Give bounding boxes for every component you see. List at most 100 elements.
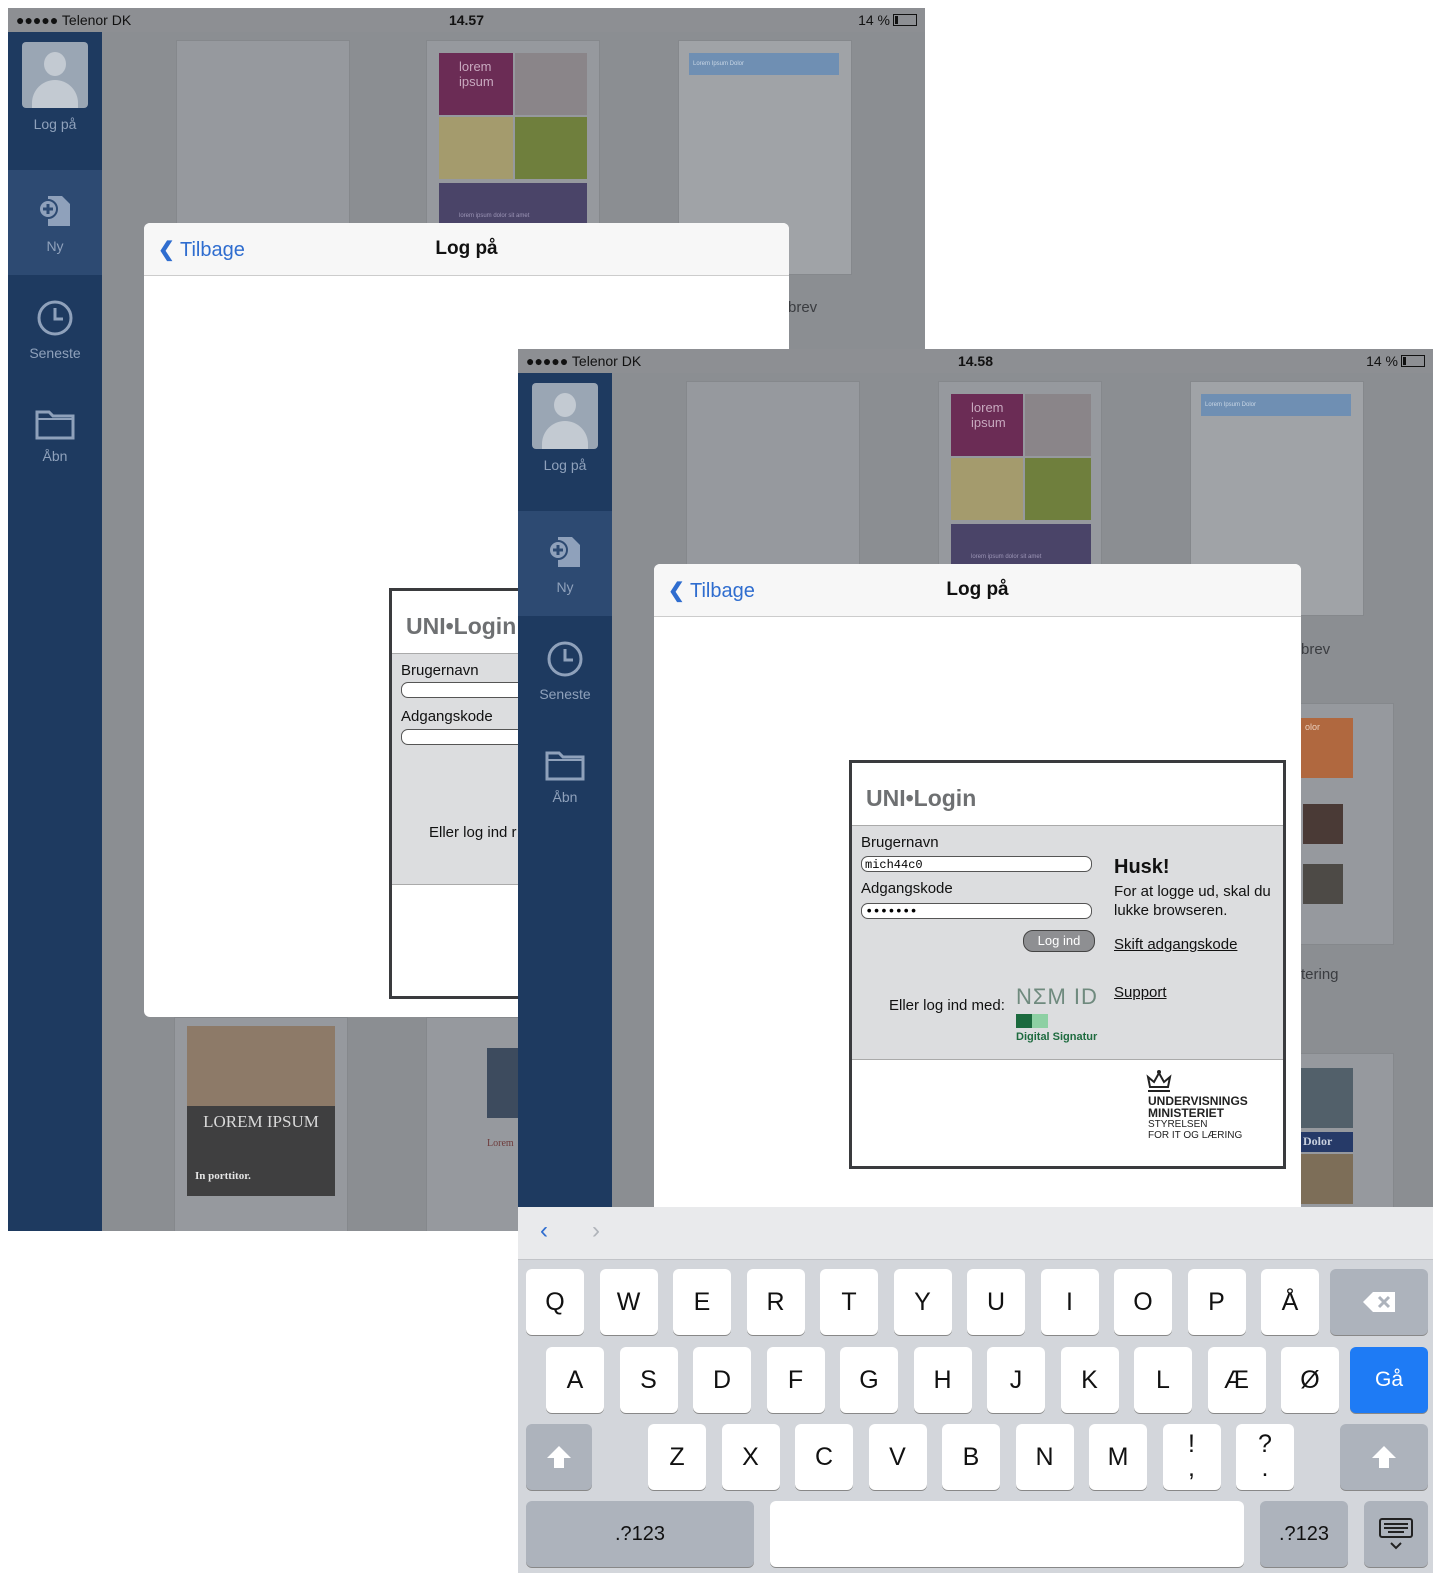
- key-r[interactable]: R: [746, 1269, 805, 1335]
- numbers-key-right[interactable]: .?123: [1260, 1501, 1348, 1567]
- key-y[interactable]: Y: [893, 1269, 952, 1335]
- sidebar-item-ny[interactable]: Ny: [518, 511, 612, 616]
- photo: [439, 117, 513, 179]
- husk-title: Husk!: [1114, 856, 1170, 878]
- sidebar-item-label: Ny: [46, 238, 64, 254]
- shift-icon: [547, 1446, 571, 1468]
- battery-icon: [1401, 355, 1425, 367]
- nav-bar: ❮ Tilbage Log på: [654, 564, 1301, 617]
- password-field[interactable]: •••••••: [861, 903, 1092, 920]
- sidebar-item-aabn[interactable]: Åbn: [8, 384, 102, 489]
- photo: [1301, 1154, 1353, 1204]
- key-o[interactable]: O: [1114, 1269, 1172, 1335]
- sidebar: Log på Ny Seneste Åbn: [8, 32, 102, 1231]
- key-j[interactable]: J: [987, 1347, 1045, 1413]
- crown-icon: [1146, 1070, 1172, 1092]
- ministry-line3: STYRELSEN: [1148, 1119, 1208, 1130]
- key-a[interactable]: A: [546, 1347, 604, 1413]
- key-k[interactable]: K: [1060, 1347, 1119, 1413]
- username-label: Brugernavn: [401, 662, 479, 679]
- key-f[interactable]: F: [766, 1347, 825, 1413]
- avatar: [22, 42, 88, 108]
- clock-icon: [547, 641, 583, 677]
- ministry-line2: MINISTERIET: [1148, 1106, 1225, 1120]
- photo: [515, 53, 587, 115]
- status-bar: ●●●●● Telenor DK 14.57 14 %: [8, 8, 925, 32]
- sidebar-item-label: Ny: [556, 579, 574, 595]
- key-m[interactable]: M: [1089, 1424, 1147, 1490]
- ministry-logo: UNDERVISNINGS MINISTERIET STYRELSEN FOR …: [1146, 1069, 1248, 1141]
- key-!,[interactable]: ! ,: [1162, 1424, 1221, 1490]
- space-key[interactable]: [770, 1501, 1244, 1567]
- folder-icon: [545, 751, 585, 781]
- key-p[interactable]: P: [1187, 1269, 1246, 1335]
- battery-icon: [893, 14, 917, 26]
- numbers-key-left[interactable]: .?123: [526, 1501, 754, 1567]
- chevron-left-icon[interactable]: ‹: [540, 1217, 548, 1245]
- go-key[interactable]: Gå: [1350, 1347, 1428, 1413]
- sidebar-item-label: Log på: [33, 116, 77, 132]
- nemid-squares-icon: [1016, 1014, 1048, 1028]
- backspace-key[interactable]: [1330, 1269, 1428, 1335]
- key-l[interactable]: L: [1134, 1347, 1192, 1413]
- support-link[interactable]: Support: [1114, 984, 1167, 1001]
- ministry-line4: FOR IT OG LÆRING: [1148, 1130, 1243, 1141]
- thumb-title: lorem ipsum: [951, 394, 1023, 456]
- shift-key-right[interactable]: [1340, 1424, 1428, 1490]
- battery-percent: 14 %: [858, 12, 890, 28]
- shift-key-left[interactable]: [526, 1424, 592, 1490]
- key-c[interactable]: C: [795, 1424, 853, 1490]
- sidebar-item-seneste[interactable]: Seneste: [518, 618, 612, 723]
- key-æ[interactable]: Æ: [1207, 1347, 1266, 1413]
- key-q[interactable]: Q: [526, 1269, 584, 1335]
- sidebar-item-log-paa[interactable]: Log på: [8, 32, 102, 137]
- clock: 14.58: [957, 353, 994, 369]
- thumb-title: olor: [1301, 718, 1353, 778]
- nemid-button[interactable]: NΣM ID Digital Signatur: [1016, 984, 1100, 1044]
- key-s[interactable]: S: [619, 1347, 678, 1413]
- username-field[interactable]: mich44c0: [861, 856, 1092, 872]
- template-label-tering: tering: [1301, 966, 1339, 983]
- key-å[interactable]: Å: [1261, 1269, 1319, 1335]
- key-e[interactable]: E: [673, 1269, 731, 1335]
- key-h[interactable]: H: [913, 1347, 972, 1413]
- uni-login-logo: UNI•Login: [406, 613, 517, 639]
- sidebar-item-label: Seneste: [539, 686, 591, 702]
- key-n[interactable]: N: [1015, 1424, 1074, 1490]
- key-w[interactable]: W: [599, 1269, 658, 1335]
- photo: [1301, 1068, 1353, 1128]
- photo: [187, 1026, 335, 1106]
- key-ø[interactable]: Ø: [1281, 1347, 1339, 1413]
- photo: [1025, 458, 1091, 520]
- key-b[interactable]: B: [942, 1424, 1000, 1490]
- uni-login-logo: UNI•Login: [866, 785, 977, 811]
- key-v[interactable]: V: [868, 1424, 927, 1490]
- key-z[interactable]: Z: [648, 1424, 706, 1490]
- change-password-link[interactable]: Skift adgangskode: [1114, 936, 1237, 953]
- page-title: Log på: [946, 579, 1009, 600]
- key-g[interactable]: G: [840, 1347, 898, 1413]
- template-poster[interactable]: LOREM IPSUM In porttitor.: [174, 1017, 348, 1231]
- key-i[interactable]: I: [1040, 1269, 1099, 1335]
- key-d[interactable]: D: [693, 1347, 751, 1413]
- poster: LOREM IPSUM In porttitor.: [187, 1026, 335, 1196]
- login-sheet: ❮ Tilbage Log på UNI•Login Brugernavn mi…: [654, 564, 1301, 1214]
- sidebar-item-seneste[interactable]: Seneste: [8, 277, 102, 382]
- poster-sub: In porttitor.: [195, 1170, 251, 1182]
- chevron-right-icon[interactable]: ›: [592, 1217, 600, 1245]
- template-label-brev: brev: [788, 299, 818, 316]
- sidebar-item-log-paa[interactable]: Log på: [518, 373, 612, 478]
- keyboard-dismiss-key[interactable]: [1364, 1501, 1428, 1567]
- login-button[interactable]: Log ind: [1023, 930, 1095, 952]
- key-?.[interactable]: ? .: [1236, 1424, 1294, 1490]
- uni-login-box: UNI•Login Brugernavn mich44c0 Adgangskod…: [849, 760, 1286, 1169]
- front-screenshot: ●●●●● Telenor DK 14.58 14 % Log på Ny Se…: [518, 349, 1433, 1573]
- sidebar-item-ny[interactable]: Ny: [8, 170, 102, 275]
- photo: [951, 458, 1023, 520]
- photo: [1303, 804, 1343, 844]
- shift-icon: [1372, 1446, 1396, 1468]
- sidebar-item-aabn[interactable]: Åbn: [518, 725, 612, 830]
- key-x[interactable]: X: [721, 1424, 780, 1490]
- key-t[interactable]: T: [820, 1269, 878, 1335]
- key-u[interactable]: U: [967, 1269, 1025, 1335]
